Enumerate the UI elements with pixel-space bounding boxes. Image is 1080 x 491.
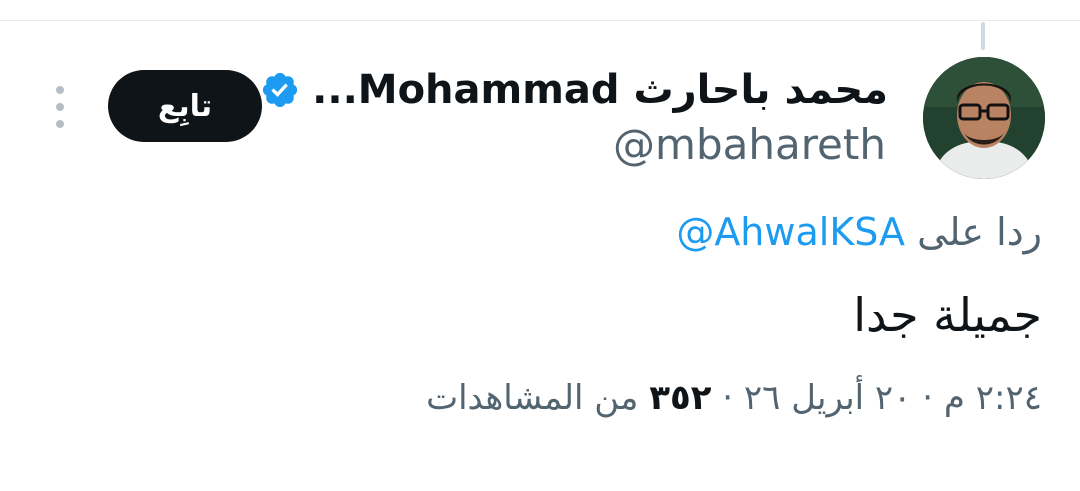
author-name-row[interactable]: محمد باحارث Mohammad... [260,62,888,118]
verified-badge-icon [260,70,300,110]
more-dot [56,103,64,111]
more-dot [56,120,64,128]
thread-connector-line [981,22,985,50]
more-dot [56,86,64,94]
avatar[interactable] [923,57,1045,179]
author-display-name[interactable]: محمد باحارث Mohammad... [312,67,888,113]
more-vertical-icon[interactable] [48,86,72,128]
tweet-time[interactable]: ٢:٢٤ م [944,378,1042,418]
meta-separator: · [722,378,734,418]
meta-separator: · [922,378,934,418]
replying-to: ردا على @AhwalKSA [676,210,1042,254]
follow-button[interactable]: تابِع [108,70,262,142]
top-divider [0,20,1080,21]
views-label[interactable]: من المشاهدات [426,378,638,418]
tweet-date[interactable]: ٢٠ أبريل ٢٦ [744,378,912,418]
views-count[interactable]: ٣٥٢ [649,378,711,418]
tweet-text: جميلة جدا [853,288,1042,342]
reply-mention-link[interactable]: @AhwalKSA [676,210,905,254]
author-handle[interactable]: @mbahareth [613,120,886,169]
tweet-metadata: ٢:٢٤ م · ٢٠ أبريل ٢٦ · ٣٥٢ من المشاهدات [426,378,1042,418]
replying-to-label: ردا على [917,210,1042,254]
